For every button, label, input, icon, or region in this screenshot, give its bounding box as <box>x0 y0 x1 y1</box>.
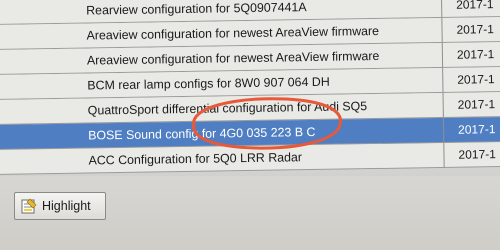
row-date: 2017-1 <box>458 147 496 162</box>
row-date: 2017-1 <box>457 72 495 87</box>
row-date: 2017-1 <box>456 0 494 12</box>
highlight-button[interactable]: Highlight <box>14 192 106 220</box>
row-date: 2017-1 <box>456 22 495 37</box>
highlight-icon <box>21 198 37 214</box>
row-date: 2017-1 <box>456 47 495 62</box>
bottom-toolbar: Highlight <box>0 176 500 250</box>
highlight-button-label: Highlight <box>42 199 91 213</box>
configuration-table: Rearview configuration for 5Q0907441A 20… <box>0 0 500 175</box>
row-date: 2017-1 <box>457 122 496 137</box>
screen: Rearview configuration for 5Q0907441A 20… <box>0 0 500 250</box>
row-date: 2017-1 <box>457 97 496 112</box>
